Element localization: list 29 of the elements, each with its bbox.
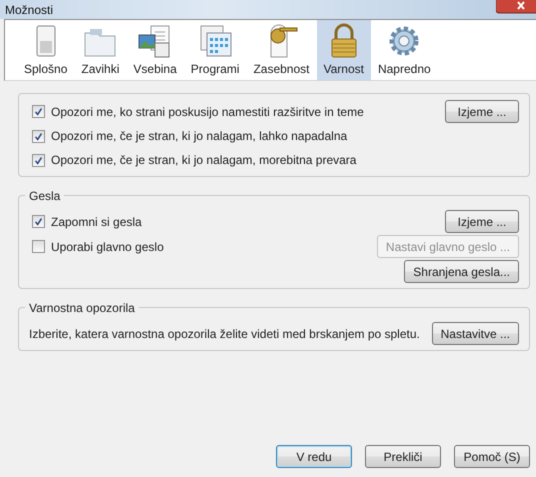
checkbox[interactable] — [32, 105, 45, 118]
description-text: Izberite, katera varnostna opozorila želite videti med brskanjem po spletu. — [29, 326, 420, 340]
group-title: Varnostna opozorila — [25, 301, 139, 315]
toolbar-tab[interactable]: Splošno — [17, 20, 74, 80]
checkbox[interactable] — [32, 240, 45, 253]
toolbar-tab[interactable]: Napredno — [370, 20, 438, 80]
checkbox-label: Opozori me, ko strani poskusijo namestiti razširitve in teme — [51, 104, 364, 118]
checkbox-label: Opozori me, če je stran, ki jo nalagam, morebitna prevara — [51, 153, 356, 167]
dialog-button[interactable]: V redu — [276, 445, 352, 468]
checkbox[interactable] — [32, 130, 45, 142]
toolbar-tab[interactable]: Varnost — [316, 20, 371, 80]
button[interactable]: Nastavitve ... — [432, 322, 519, 345]
checkbox-label: Opozori me, če je stran, ki jo nalagam, lahko napadalna — [51, 129, 348, 143]
toolbar-tab[interactable]: Zasebnost — [246, 20, 316, 80]
group-title: Gesla — [25, 189, 64, 203]
checkbox-label: Uporabi glavno geslo — [51, 240, 164, 254]
toolbar-tab[interactable]: Zavihki — [74, 20, 126, 80]
dialog-button[interactable]: Prekliči — [365, 445, 441, 468]
checkbox-label: Zapomni si gesla — [51, 214, 142, 228]
toolbar-tab[interactable]: Programi — [184, 20, 246, 80]
close-icon[interactable] — [496, 0, 536, 14]
toolbar-tab[interactable]: Vsebina — [126, 20, 184, 80]
checkbox[interactable] — [32, 154, 45, 166]
checkbox[interactable] — [32, 215, 45, 228]
dialog-button[interactable]: Pomoč (S) — [454, 445, 530, 468]
button[interactable]: Izjeme ... — [445, 210, 519, 233]
window-title: Možnosti — [4, 2, 54, 16]
button[interactable]: Shranjena gesla... — [404, 260, 519, 283]
button[interactable]: Izjeme ... — [445, 100, 519, 123]
